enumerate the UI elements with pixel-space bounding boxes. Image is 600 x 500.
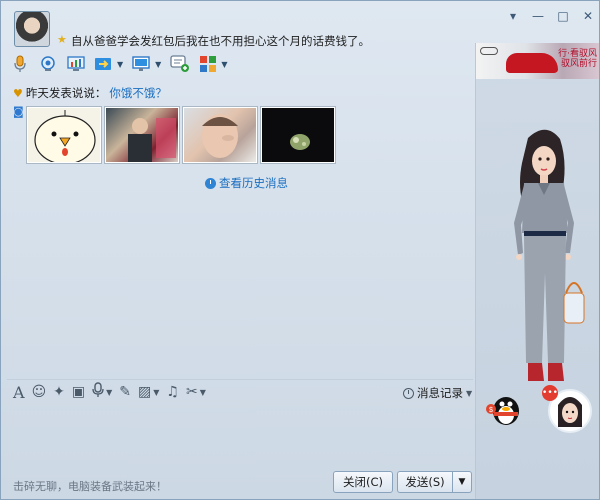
- photo-strip: [27, 107, 335, 163]
- close-button[interactable]: 关闭(C): [333, 471, 393, 493]
- ad-text-line1: 行·看驭风: [558, 49, 597, 59]
- ad-text-line2: 驭风前行: [560, 59, 597, 69]
- yesterday-post-link[interactable]: 你饿不饿？: [109, 85, 167, 101]
- chat-header: ★ 自从爸爸学会发红包后我在也不用担心这个月的话费钱了。 ▾ — □ ✕: [1, 1, 599, 49]
- contact-signature: 自从爸爸学会发红包后我在也不用担心这个月的话费钱了。: [71, 34, 370, 48]
- voice-message-icon[interactable]: [92, 382, 104, 402]
- maximize-button[interactable]: □: [556, 9, 570, 23]
- edit-icon[interactable]: ✎: [119, 384, 131, 400]
- yesterday-label: 昨天发表说说：: [25, 86, 107, 100]
- send-button[interactable]: 发送(S): [397, 471, 453, 493]
- right-side-panel: 行·看驭风 驭风前行 $ •••: [475, 43, 599, 499]
- close-window-button[interactable]: ✕: [581, 9, 595, 23]
- ad-text: 行·看驭风 驭风前行: [558, 49, 597, 69]
- music-icon[interactable]: ♫: [166, 384, 179, 400]
- chevron-down-icon[interactable]: ▼: [466, 389, 472, 398]
- message-record-label[interactable]: 消息记录: [417, 385, 463, 401]
- message-area: ♥ 昨天发表说说： 你饿不饿？ ◙ 查看历史消息: [7, 79, 473, 375]
- message-record-button[interactable]: 消息记录 ▼: [403, 385, 472, 401]
- image-icon[interactable]: ▨: [138, 384, 151, 400]
- microphone-icon[interactable]: [9, 54, 31, 74]
- contact-name-blurred[interactable]: [57, 12, 137, 28]
- view-history-label[interactable]: 查看历史消息: [219, 175, 288, 191]
- qq-penguin-icon[interactable]: $: [486, 391, 522, 427]
- photo-thumbnail[interactable]: [105, 107, 179, 163]
- input-toolbar: A ☺ ✦ ▣ ▼ ✎ ▨ ▼ ♫ ✂ ▼: [13, 382, 206, 402]
- car-image: [506, 53, 558, 73]
- photo-thumbnail[interactable]: [183, 107, 257, 163]
- screen-share-dropdown-icon[interactable]: ▼: [155, 60, 161, 69]
- file-transfer-dropdown-icon[interactable]: ▼: [117, 60, 123, 69]
- input-divider: [7, 379, 473, 380]
- heart-icon: ♥: [13, 86, 23, 100]
- apps-dropdown-icon[interactable]: ▼: [221, 60, 227, 69]
- camera-icon: ◙: [13, 105, 24, 118]
- view-history-link[interactable]: 查看历史消息: [205, 175, 288, 191]
- send-options-dropdown[interactable]: ▼: [452, 471, 472, 493]
- bottom-tip[interactable]: 击碎无聊，电脑装备武装起来！: [13, 478, 167, 494]
- font-icon[interactable]: A: [13, 383, 25, 402]
- clock-icon: [205, 177, 216, 189]
- menu-chevron-icon[interactable]: ▾: [506, 9, 520, 23]
- gif-icon[interactable]: ▣: [72, 384, 85, 400]
- message-input[interactable]: [7, 404, 473, 466]
- voice-dropdown-icon[interactable]: ▼: [106, 388, 112, 397]
- contact-avatar[interactable]: [14, 11, 50, 47]
- minimize-button[interactable]: —: [531, 9, 545, 23]
- ad-banner[interactable]: 行·看驭风 驭风前行: [476, 43, 599, 79]
- svg-text:$: $: [489, 407, 493, 414]
- star-icon: ★: [57, 33, 67, 46]
- notification-dots-icon[interactable]: •••: [542, 385, 558, 401]
- scissors-icon[interactable]: ✂: [186, 384, 198, 400]
- magic-wand-icon[interactable]: ✦: [53, 384, 65, 400]
- screenshot-dropdown-icon[interactable]: ▼: [200, 388, 206, 397]
- clock-icon: [403, 387, 414, 399]
- photo-thumbnail[interactable]: [261, 107, 335, 163]
- avatar-show-figure[interactable]: [488, 123, 588, 423]
- brand-logo-icon: [480, 47, 498, 55]
- yesterday-post: ♥ 昨天发表说说： 你饿不饿？: [13, 85, 167, 101]
- remote-assist-icon[interactable]: [65, 54, 87, 74]
- screen-share-icon[interactable]: [131, 54, 153, 74]
- photo-thumbnail[interactable]: [27, 107, 101, 163]
- emoji-icon[interactable]: ☺: [32, 384, 47, 400]
- image-dropdown-icon[interactable]: ▼: [153, 388, 159, 397]
- apps-icon[interactable]: [197, 54, 219, 74]
- video-call-icon[interactable]: [37, 54, 59, 74]
- window-controls: ▾ — □ ✕: [506, 9, 595, 23]
- chat-toolbar: ▼ ▼ ▼: [9, 53, 229, 75]
- add-chat-icon[interactable]: [169, 54, 191, 74]
- file-transfer-icon[interactable]: [93, 54, 115, 74]
- chat-window: ★ 自从爸爸学会发红包后我在也不用担心这个月的话费钱了。 ▾ — □ ✕ ▼ ▼: [0, 0, 600, 500]
